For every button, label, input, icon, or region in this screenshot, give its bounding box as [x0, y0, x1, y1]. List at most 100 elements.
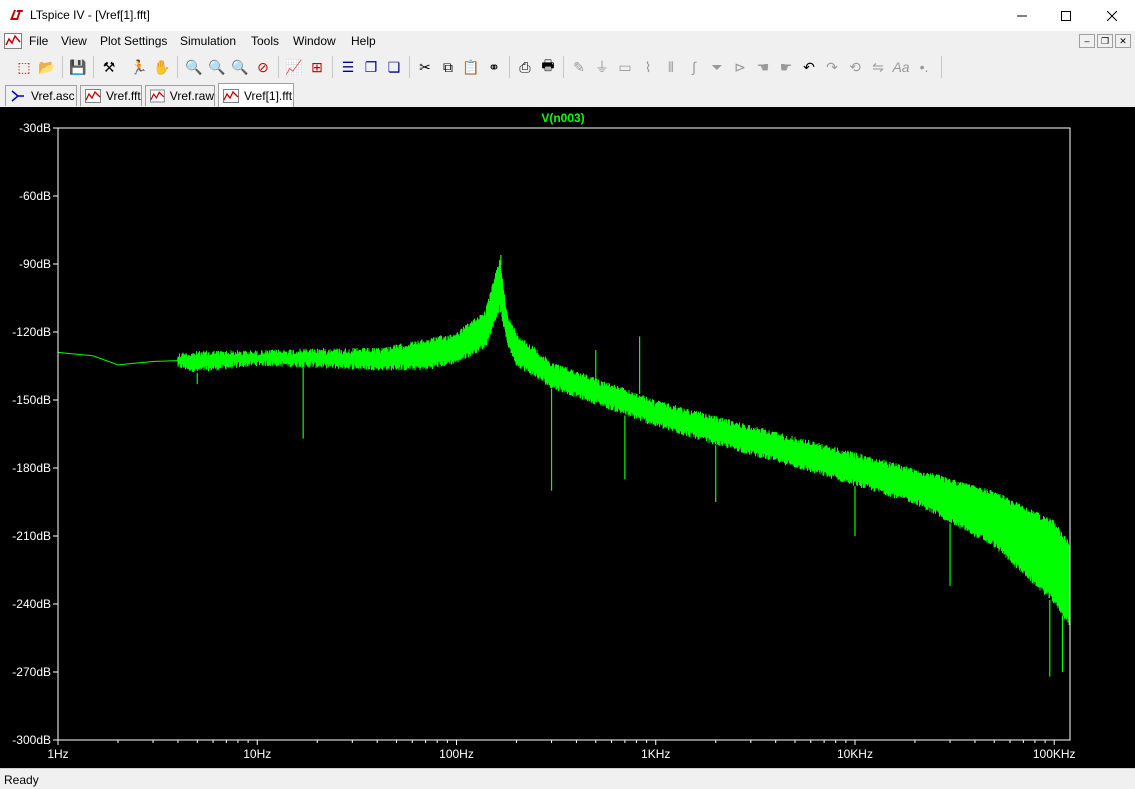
component-icon: ⊳: [734, 58, 746, 75]
print-preview-button[interactable]: ⎙: [515, 57, 535, 77]
menu-window[interactable]: Window: [293, 34, 336, 48]
new-schematic-button[interactable]: ⬚: [14, 57, 34, 77]
minimize-button[interactable]: [999, 0, 1045, 31]
tile-horizontal-button[interactable]: ☰: [338, 57, 358, 77]
rotate-button[interactable]: ⟲: [845, 57, 865, 77]
mdi-close-button[interactable]: ✕: [1115, 34, 1131, 48]
toolbar-separator: [332, 56, 333, 78]
new-schematic-icon: ⬚: [17, 58, 31, 75]
text-icon: Aa: [892, 59, 910, 75]
minimize-icon: [1017, 15, 1027, 16]
maximize-button[interactable]: [1043, 0, 1089, 31]
toolbar-separator: [409, 56, 410, 78]
control-panel-button[interactable]: ⚒: [99, 57, 119, 77]
trace-label[interactable]: V(n003): [541, 111, 584, 125]
tick-layer: -30dB -60dB -90dB -120dB -150dB -180dB -210dB -…: [12, 121, 1075, 761]
pan-button[interactable]: 🔍: [207, 57, 227, 77]
copy-button[interactable]: ⧉: [438, 57, 458, 77]
spice-directive-button[interactable]: •.: [914, 57, 934, 77]
menu-simulation[interactable]: Simulation: [180, 34, 236, 48]
inductor-button[interactable]: ∫: [684, 57, 704, 77]
component-button[interactable]: ⊳: [730, 57, 750, 77]
hand-icon: ✋: [153, 58, 171, 75]
ground-button[interactable]: ⏚: [592, 57, 612, 77]
y-tick-label: -180dB: [12, 461, 51, 475]
document-tabs: Vref.asc Vref.fft Vref.raw Vref[1].fft: [0, 82, 1135, 107]
toolbar-separator: [62, 56, 63, 78]
schematic-icon: [11, 90, 24, 102]
move-hand-icon: ☚: [756, 58, 770, 75]
cut-button[interactable]: ✂: [415, 57, 435, 77]
resistor-icon: ⌇: [644, 58, 652, 75]
menu-file[interactable]: File: [29, 34, 48, 48]
paste-icon: 📋: [462, 58, 480, 75]
ltspice-logo-icon: [10, 10, 23, 20]
inductor-icon: ∫: [692, 59, 696, 75]
tab-vref-asc[interactable]: Vref.asc: [5, 85, 77, 106]
menu-plot-settings[interactable]: Plot Settings: [100, 34, 167, 48]
zoom-out-button[interactable]: 🔍: [230, 57, 250, 77]
trace-v-n003[interactable]: [58, 260, 1071, 626]
mdi-restore-button[interactable]: ❐: [1097, 34, 1113, 48]
tile-horizontal-icon: ☰: [341, 58, 355, 75]
zoom-fit-button[interactable]: ⊘: [253, 57, 273, 77]
autorange-button[interactable]: 📈: [284, 57, 304, 77]
drag-button[interactable]: ☛: [776, 57, 796, 77]
cascade-button[interactable]: ❐: [361, 57, 381, 77]
binoculars-icon: ⚭: [488, 58, 500, 75]
print-button[interactable]: 🖶: [538, 57, 558, 77]
waveform-icon: [223, 88, 239, 103]
move-button[interactable]: ☚: [753, 57, 773, 77]
label-icon: ▭: [618, 58, 632, 75]
mdi-minimize-button[interactable]: –: [1079, 34, 1095, 48]
spice-directive-icon: •.: [919, 59, 929, 75]
toolbar-separator: [941, 56, 942, 78]
run-button[interactable]: 🏃: [129, 57, 149, 77]
tab-vref1-fft[interactable]: Vref[1].fft: [218, 83, 294, 107]
waveform-icon: [85, 89, 101, 103]
waveform-icon: [150, 89, 165, 103]
x-tick-label: 100Hz: [439, 747, 474, 761]
zoom-area-button[interactable]: 🔍: [184, 57, 204, 77]
redo-icon: ↷: [826, 58, 838, 75]
menu-view[interactable]: View: [61, 34, 87, 48]
x-tick-label: 10Hz: [243, 747, 271, 761]
text-button[interactable]: Aa: [891, 57, 911, 77]
scissors-icon: ✂: [419, 58, 431, 75]
x-tick-label: 100KHz: [1033, 747, 1076, 761]
redo-button[interactable]: ↷: [822, 57, 842, 77]
tab-vref-fft[interactable]: Vref.fft: [80, 85, 142, 106]
tab-label: Vref.asc: [31, 89, 75, 103]
toolbar-separator: [509, 56, 510, 78]
zoom-fit-icon: ⊘: [257, 58, 269, 75]
tab-vref-raw[interactable]: Vref.raw: [145, 85, 215, 106]
open-button[interactable]: 📂: [37, 57, 57, 77]
run-icon: 🏃: [130, 58, 148, 75]
save-button[interactable]: 💾: [68, 57, 88, 77]
draw-wire-button[interactable]: ✎: [569, 57, 589, 77]
resistor-button[interactable]: ⌇: [638, 57, 658, 77]
close-button[interactable]: [1089, 0, 1135, 31]
capacitor-icon: ⫴: [668, 58, 674, 75]
menu-help[interactable]: Help: [351, 34, 376, 48]
menu-tools[interactable]: Tools: [251, 34, 279, 48]
pan-icon: 🔍: [208, 58, 226, 75]
waveform-viewer[interactable]: V(n003) -30dB -60dB -90dB -120dB -150dB -180d…: [0, 107, 1135, 768]
paste-button[interactable]: 📋: [461, 57, 481, 77]
halt-button[interactable]: ✋: [152, 57, 172, 77]
fft-plot[interactable]: V(n003) -30dB -60dB -90dB -120dB -150dB -180d…: [0, 107, 1135, 768]
rotate-icon: ⟲: [849, 58, 861, 75]
grid-button[interactable]: ⊞: [307, 57, 327, 77]
menu-bar: File View Plot Settings Simulation Tools…: [0, 31, 1135, 51]
label-net-button[interactable]: ▭: [615, 57, 635, 77]
mirror-button[interactable]: ⇋: [868, 57, 888, 77]
tile-vertical-button[interactable]: ❏: [384, 57, 404, 77]
zoom-in-icon: 🔍: [185, 58, 203, 75]
undo-button[interactable]: ↶: [799, 57, 819, 77]
y-tick-label: -240dB: [12, 597, 51, 611]
find-button[interactable]: ⚭: [484, 57, 504, 77]
capacitor-button[interactable]: ⫴: [661, 57, 681, 77]
diode-button[interactable]: ⏷: [707, 57, 727, 77]
toolbar-separator: [93, 56, 94, 78]
toolbar-separator: [278, 56, 279, 78]
